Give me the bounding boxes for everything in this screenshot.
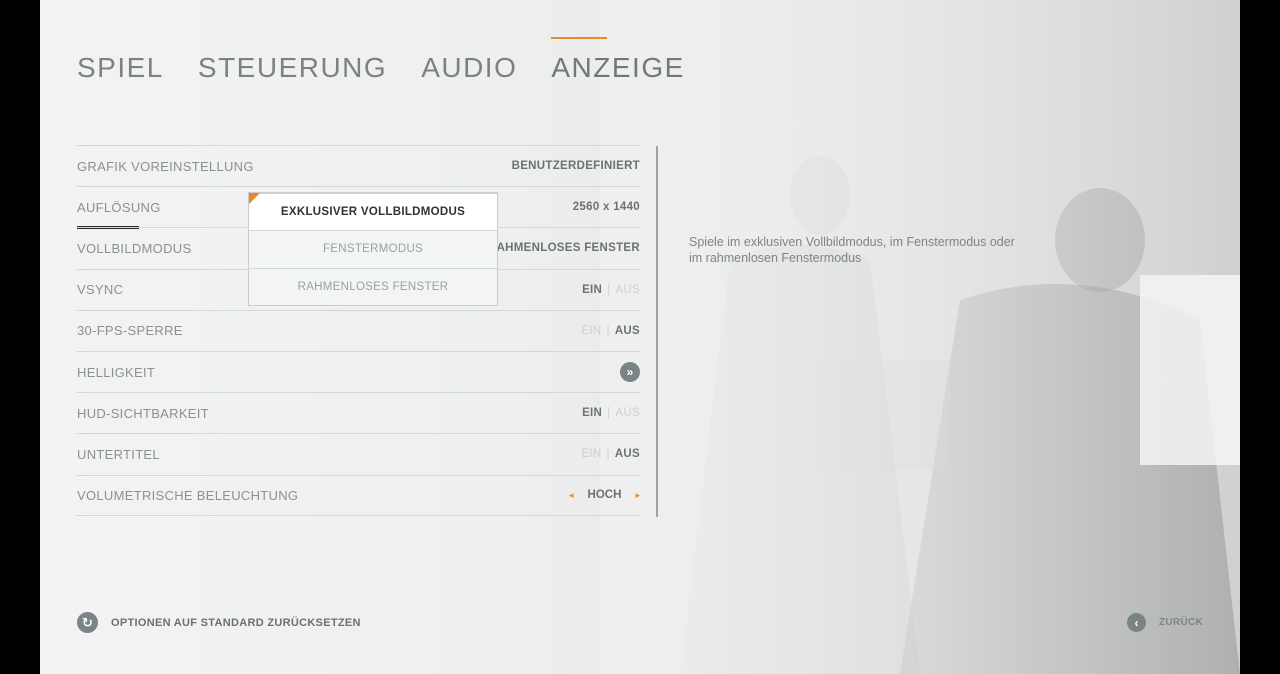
- toggle-separator: |: [607, 407, 611, 420]
- dropdown-option-exklusiver-vollbildmodus[interactable]: EXKLUSIVER VOLLBILDMODUS: [249, 193, 497, 231]
- tab-anzeige[interactable]: ANZEIGE: [551, 37, 684, 86]
- setting-helligkeit[interactable]: HELLIGKEIT »: [77, 350, 640, 392]
- toggle-separator: |: [606, 448, 610, 461]
- corner-accent: [249, 193, 260, 204]
- dropdown-option-fenstermodus[interactable]: FENSTERMODUS: [249, 230, 497, 267]
- dropdown-option-rahmenloses-fenster[interactable]: RAHMENLOSES FENSTER: [249, 267, 497, 305]
- setting-grafik-voreinstellung[interactable]: GRAFIK VOREINSTELLUNG BENUTZERDEFINIERT: [77, 145, 640, 186]
- setting-label: VOLUMETRISCHE BELEUCHTUNG: [77, 487, 299, 503]
- setting-hud-sichtbarkeit[interactable]: HUD-SICHTBARKEIT EIN | AUS: [77, 392, 640, 433]
- back-label: ZURÜCK: [1159, 617, 1204, 628]
- setting-label: UNTERTITEL: [77, 446, 160, 462]
- setting-30-fps-sperre[interactable]: 30-FPS-SPERRE EIN | AUS: [77, 309, 640, 351]
- fps-toggle[interactable]: EIN | AUS: [581, 325, 640, 337]
- toggle-off[interactable]: AUS: [615, 284, 640, 296]
- toggle-on[interactable]: EIN: [582, 284, 602, 296]
- reset-defaults-button[interactable]: ↻ OPTIONEN AUF STANDARD ZURÜCKSETZEN: [77, 612, 361, 633]
- setting-label: 30-FPS-SPERRE: [77, 323, 183, 339]
- setting-label: AUFLÖSUNG: [77, 199, 161, 215]
- toggle-off[interactable]: AUS: [615, 448, 640, 460]
- double-chevron-right-icon[interactable]: »: [620, 362, 640, 383]
- reset-icon: ↻: [77, 612, 98, 633]
- toggle-on[interactable]: EIN: [582, 407, 602, 419]
- toggle-separator: |: [606, 324, 610, 337]
- setting-value: 2560 x 1440: [572, 201, 640, 214]
- setting-description: Spiele im exklusiven Vollbildmodus, im F…: [689, 235, 1015, 265]
- chevron-left-icon[interactable]: ◂: [569, 490, 574, 501]
- tab-spiel[interactable]: SPIEL: [77, 50, 164, 86]
- toggle-on[interactable]: EIN: [581, 448, 601, 460]
- tab-steuerung[interactable]: STEUERUNG: [198, 50, 387, 86]
- setting-value: RAHMENLOSES FENSTER: [487, 242, 640, 255]
- setting-volumetrische-beleuchtung[interactable]: VOLUMETRISCHE BELEUCHTUNG ◂ HOCH ▸: [77, 474, 640, 516]
- setting-label: HELLIGKEIT: [77, 364, 156, 380]
- hud-toggle[interactable]: EIN | AUS: [582, 407, 640, 419]
- settings-screen: SPIEL STEUERUNG AUDIO ANZEIGE GRAFIK VOR…: [40, 0, 1240, 674]
- setting-label: HUD-SICHTBARKEIT: [77, 405, 209, 421]
- setting-label: VOLLBILDMODUS: [77, 240, 192, 256]
- quality-selector[interactable]: ◂ HOCH ▸: [569, 489, 640, 501]
- divider: [656, 146, 658, 517]
- setting-label: VSYNC: [77, 282, 124, 298]
- setting-label: GRAFIK VOREINSTELLUNG: [77, 158, 254, 174]
- toggle-on[interactable]: EIN: [581, 325, 601, 337]
- toggle-off[interactable]: AUS: [615, 325, 640, 337]
- untertitel-toggle[interactable]: EIN | AUS: [581, 448, 640, 460]
- tab-bar: SPIEL STEUERUNG AUDIO ANZEIGE: [77, 37, 719, 86]
- vsync-toggle[interactable]: EIN | AUS: [582, 284, 640, 296]
- selector-value: HOCH: [587, 489, 622, 502]
- fullscreen-mode-dropdown: EXKLUSIVER VOLLBILDMODUS FENSTERMODUS RA…: [248, 192, 498, 306]
- setting-value: BENUTZERDEFINIERT: [511, 160, 640, 173]
- toggle-separator: |: [607, 283, 611, 296]
- toggle-off[interactable]: AUS: [615, 407, 640, 419]
- reset-label: OPTIONEN AUF STANDARD ZURÜCKSETZEN: [111, 616, 361, 629]
- tab-audio[interactable]: AUDIO: [421, 50, 517, 86]
- chevron-left-icon: ‹: [1127, 613, 1146, 632]
- setting-untertitel[interactable]: UNTERTITEL EIN | AUS: [77, 433, 640, 474]
- chevron-right-icon[interactable]: ▸: [635, 490, 640, 501]
- back-button[interactable]: ‹ ZURÜCK: [1127, 613, 1203, 632]
